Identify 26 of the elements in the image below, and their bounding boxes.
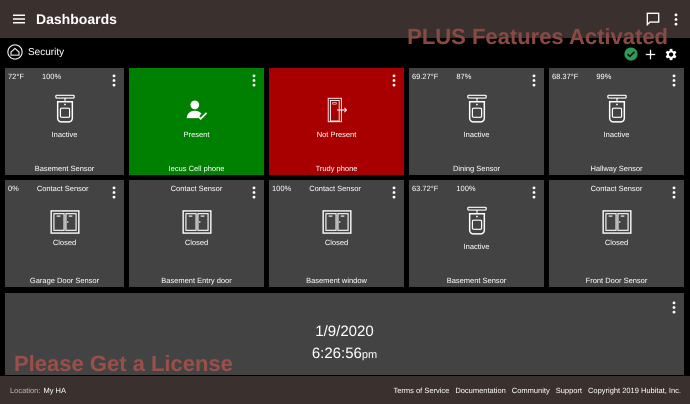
more-icon[interactable] [112, 186, 116, 199]
home-icon[interactable] [7, 44, 23, 60]
window-icon [182, 210, 212, 234]
more-icon[interactable] [392, 186, 396, 199]
window-icon [50, 210, 80, 234]
license-notice-label: Please Get a License [14, 351, 233, 377]
more-icon[interactable] [674, 12, 678, 26]
more-icon[interactable] [112, 74, 116, 87]
more-icon[interactable] [532, 186, 536, 199]
dashboard-name: Security [28, 46, 64, 58]
more-icon[interactable] [672, 301, 676, 314]
plus-features-label: PLUS Features Activated [407, 24, 668, 50]
menu-icon[interactable] [13, 14, 25, 24]
settings-icon[interactable] [663, 46, 678, 62]
window-icon [322, 210, 352, 234]
clock-time: 6:26:56pm [312, 345, 378, 362]
app-title: Dashboards [36, 11, 117, 27]
more-icon[interactable] [392, 74, 396, 87]
clock-date: 1/9/2020 [315, 323, 374, 340]
more-icon[interactable] [532, 74, 536, 87]
add-icon[interactable] [645, 48, 656, 60]
chat-icon[interactable] [646, 12, 660, 26]
more-icon[interactable] [672, 74, 676, 87]
window-icon [602, 210, 632, 234]
more-icon[interactable] [252, 186, 256, 199]
more-icon[interactable] [672, 186, 676, 199]
